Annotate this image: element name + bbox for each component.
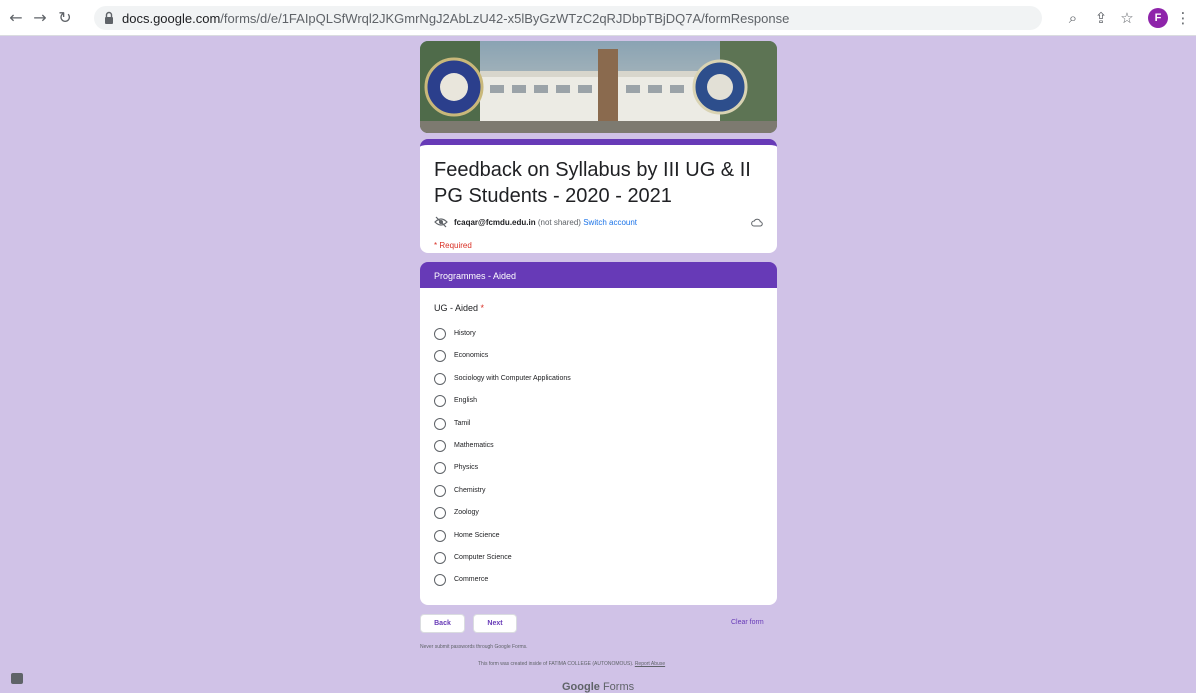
account-email: fcaqar@fcmdu.edu.in <box>454 218 536 227</box>
required-star: * <box>480 303 485 313</box>
option-label: Sociology with Computer Applications <box>454 374 571 382</box>
form-title-card: Feedback on Syllabus by III UG & II PG S… <box>420 139 777 253</box>
form-title: Feedback on Syllabus by III UG & II PG S… <box>434 159 751 207</box>
section-header: Programmes - Aided <box>420 262 777 288</box>
not-shared-label: (not shared) <box>537 218 581 227</box>
question-title: UG - Aided * <box>434 303 484 313</box>
address-bar[interactable]: docs.google.com/forms/d/e/1FAIpQLSfWrql2… <box>94 6 1042 30</box>
url-host: docs.google.com <box>122 11 221 26</box>
college-building-image <box>420 41 777 133</box>
share-icon[interactable]: ⇪ <box>1092 9 1110 27</box>
more-menu-icon[interactable]: ⋮ <box>1174 9 1192 27</box>
required-note: * Required <box>434 241 472 250</box>
back-arrow-icon[interactable]: ← <box>6 8 26 28</box>
radio-button[interactable] <box>434 507 446 520</box>
option-label: Computer Science <box>454 553 512 561</box>
google-forms-logo[interactable]: Google Forms <box>562 681 634 693</box>
radio-button[interactable] <box>434 372 446 385</box>
radio-button[interactable] <box>434 529 446 542</box>
option-label: English <box>454 397 477 405</box>
forward-arrow-icon[interactable]: → <box>30 8 50 28</box>
profile-avatar[interactable]: F <box>1148 8 1168 28</box>
report-feedback-icon[interactable] <box>11 673 23 684</box>
lock-icon <box>105 11 113 24</box>
created-text: This form was created inside of FATIMA C… <box>478 661 634 667</box>
account-row: fcaqar@fcmdu.edu.in (not shared) Switch … <box>434 216 764 230</box>
option-label: History <box>454 330 476 337</box>
created-inside-note: This form was created inside of FATIMA C… <box>478 661 665 667</box>
option-label: Tamil <box>454 419 471 427</box>
zoom-icon[interactable]: ⌕ <box>1064 9 1082 27</box>
option-label: Mathematics <box>454 441 494 449</box>
account-text: fcaqar@fcmdu.edu.in (not shared) Switch … <box>454 218 637 227</box>
brand-forms: Forms <box>602 681 635 693</box>
option-label: Economics <box>454 352 489 360</box>
option-label: Chemistry <box>454 486 486 494</box>
reload-icon[interactable]: ↻ <box>55 8 75 28</box>
switch-account-link[interactable]: Switch account <box>583 218 637 227</box>
radio-button[interactable] <box>434 439 446 452</box>
url-text: docs.google.com/forms/d/e/1FAIpQLSfWrql2… <box>122 11 789 26</box>
url-path: /forms/d/e/1FAIpQLSfWrql2JKGmrNgJ2AbLzU4… <box>220 11 790 26</box>
not-shared-eye-icon <box>434 216 448 228</box>
radio-button[interactable] <box>434 484 446 497</box>
brand-google: Google <box>562 681 600 693</box>
option-label: Home Science <box>454 531 500 539</box>
radio-button[interactable] <box>434 395 446 408</box>
option-label: Physics <box>454 464 479 472</box>
report-abuse-link[interactable]: Report Abuse <box>635 661 665 667</box>
form-header-image <box>420 41 777 133</box>
radio-button[interactable] <box>434 462 446 475</box>
clear-form-button[interactable]: Clear form <box>731 619 764 626</box>
password-warning: Never submit passwords through Google Fo… <box>420 644 528 650</box>
radio-button[interactable] <box>434 328 446 340</box>
cloud-saved-icon <box>751 218 763 227</box>
radio-button[interactable] <box>434 551 446 564</box>
back-button[interactable]: Back <box>420 614 465 633</box>
radio-button[interactable] <box>434 350 446 363</box>
browser-toolbar: ← → ↻ docs.google.com/forms/d/e/1FAIpQLS… <box>0 0 1196 36</box>
radio-button[interactable] <box>434 574 446 587</box>
radio-button[interactable] <box>434 417 446 430</box>
next-button[interactable]: Next <box>473 614 517 633</box>
option-label: Commerce <box>454 576 489 584</box>
bookmark-star-icon[interactable]: ☆ <box>1118 9 1136 27</box>
question-card: UG - Aided * History Economics Sociology… <box>420 288 777 605</box>
question-title-text: UG - Aided <box>434 303 479 313</box>
option-label: Zoology <box>454 509 479 517</box>
